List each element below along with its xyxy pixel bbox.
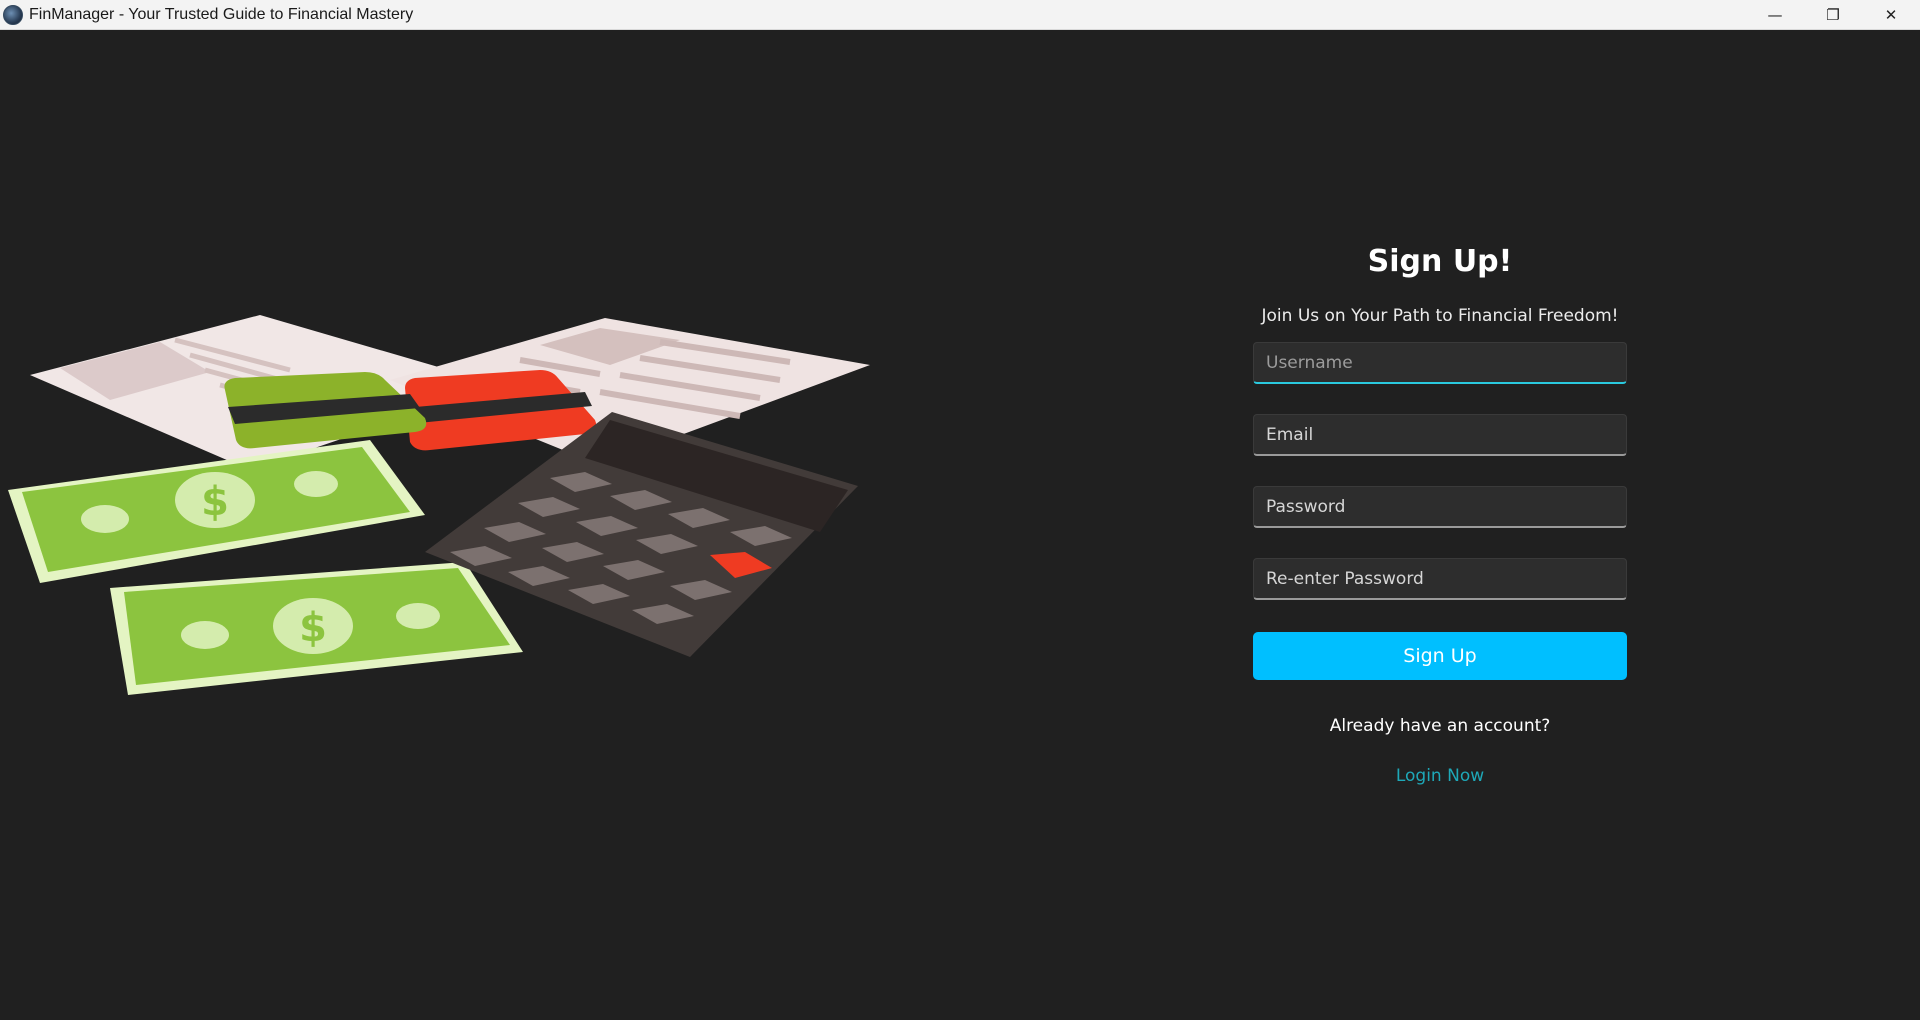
dollar-bill-icon: $ $ [8,440,523,695]
username-input[interactable] [1253,342,1627,384]
signup-form: Sign Up! Join Us on Your Path to Financi… [1253,230,1627,788]
dollar-sign: $ [299,605,327,651]
app-logo-icon [3,4,23,25]
close-button[interactable]: ✕ [1862,0,1920,29]
window-controls: — ❐ ✕ [1746,0,1920,29]
page-title: Sign Up! [1367,244,1513,279]
login-now-link[interactable]: Login Now [1396,764,1484,788]
email-input[interactable] [1253,414,1627,456]
credit-card-icon [224,370,597,451]
restore-button[interactable]: ❐ [1804,0,1862,29]
finance-illustration: $ $ [8,315,870,695]
password-input[interactable] [1253,486,1627,528]
sign-up-button[interactable]: Sign Up [1253,632,1627,680]
window-titlebar: FinManager - Your Trusted Guide to Finan… [0,0,1920,30]
reenter-password-input[interactable] [1253,558,1627,600]
minimize-button[interactable]: — [1746,0,1804,29]
signup-subtitle: Join Us on Your Path to Financial Freedo… [1261,306,1619,326]
window-title: FinManager - Your Trusted Guide to Finan… [29,5,414,23]
already-account-text: Already have an account? [1329,716,1551,736]
dollar-sign: $ [201,479,229,525]
